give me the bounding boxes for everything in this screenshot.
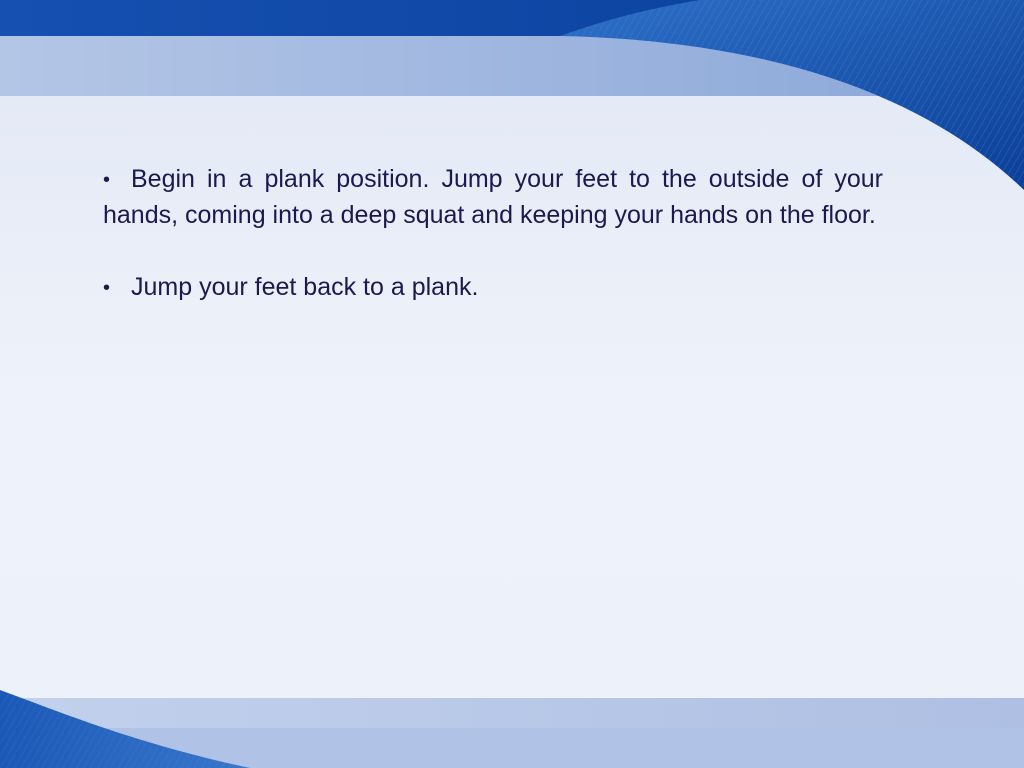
bullet-text: Begin in a plank position. Jump your fee… [103, 165, 883, 229]
slide-background [0, 0, 1024, 768]
bullet-icon: • [103, 169, 111, 191]
bullet-item: • Begin in a plank position. Jump your fe… [103, 162, 883, 233]
slide-body: • Begin in a plank position. Jump your fe… [103, 162, 883, 343]
bullet-text: Jump your feet back to a plank. [131, 273, 479, 301]
slide: • Begin in a plank position. Jump your fe… [0, 0, 1024, 768]
bullet-icon: • [103, 277, 111, 299]
bullet-item: • Jump your feet back to a plank. [103, 270, 883, 306]
